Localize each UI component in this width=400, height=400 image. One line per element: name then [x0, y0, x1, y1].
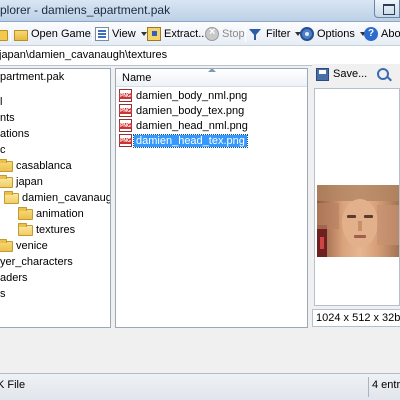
tree-item-label: venice: [16, 240, 48, 252]
status-separator: [368, 377, 369, 397]
tree-item-label: nts: [0, 112, 15, 124]
folder-tree[interactable]: partment.pak l nts ations c casablanca j…: [0, 68, 111, 328]
png-file-icon: [119, 104, 132, 117]
toolbar: Open Game... View Extract... Stop Filter…: [0, 22, 400, 46]
tree-item[interactable]: yer_characters: [0, 255, 73, 270]
tree-item-label: l: [0, 96, 3, 108]
toolbar-separator: [10, 26, 11, 42]
folder-open-icon: [18, 223, 33, 236]
folder-icon: [0, 159, 13, 172]
stop-label: Stop: [222, 28, 245, 40]
options-button[interactable]: Options: [300, 25, 366, 43]
tree-item-label: partment.pak: [0, 71, 65, 83]
chevron-down-icon: [140, 32, 147, 36]
status-entry-count: 4 entr: [372, 379, 400, 391]
tree-item-label: damien_cavanaugh: [22, 192, 111, 204]
tree-item-textures[interactable]: textures: [18, 223, 76, 238]
tree-item-label: animation: [36, 208, 84, 220]
filter-button[interactable]: Filter: [249, 25, 302, 43]
view-icon: [95, 27, 109, 41]
tree-item-casablanca[interactable]: casablanca: [0, 159, 72, 174]
preview-pane: Save... 1024 x 512 x 32b: [312, 64, 400, 328]
stop-button[interactable]: Stop: [205, 25, 245, 43]
gear-icon: [300, 27, 314, 41]
folder-icon: [0, 239, 13, 252]
folder-icon: [0, 29, 8, 41]
options-label: Options: [317, 28, 355, 40]
tree-item-japan[interactable]: japan: [0, 175, 43, 190]
image-info: 1024 x 512 x 32b / D: [312, 309, 400, 327]
tree-item-label: ations: [0, 128, 30, 140]
extract-icon: [147, 27, 161, 41]
column-header-name[interactable]: Name: [116, 69, 307, 87]
extract-button[interactable]: Extract...: [147, 25, 207, 43]
toolbar-separator: [245, 26, 246, 42]
toolbar-leading-item[interactable]: [0, 25, 8, 43]
preview-toolbar: Save...: [312, 64, 400, 84]
tree-item-label: textures: [36, 223, 76, 238]
current-path: japan\damien_cavanaugh\textures: [0, 49, 168, 61]
file-name: damien_body_tex.png: [136, 104, 245, 117]
tree-item-animation[interactable]: animation: [18, 207, 84, 222]
folder-open-icon: [0, 175, 13, 188]
file-row[interactable]: damien_body_tex.png: [119, 103, 246, 118]
file-name: damien_head_nml.png: [136, 119, 248, 132]
tree-item-label: japan: [16, 176, 43, 188]
png-file-icon: [119, 89, 132, 102]
sort-ascending-icon: [208, 69, 216, 72]
save-button[interactable]: Save...: [333, 68, 367, 80]
tree-item-label: s: [0, 288, 6, 300]
title-bar: plorer - damiens_apartment.pak: [0, 0, 400, 22]
filter-label: Filter: [266, 28, 291, 40]
open-game-label: Open Game...: [31, 28, 101, 40]
view-label: View: [112, 28, 136, 40]
texture-preview-area[interactable]: [314, 88, 400, 306]
stop-icon: [205, 26, 219, 41]
texture-image: [317, 185, 399, 257]
path-bar[interactable]: japan\damien_cavanaugh\textures: [0, 46, 400, 66]
status-bar: K File 4 entr: [0, 373, 400, 400]
file-row[interactable]: damien_body_nml.png: [119, 88, 249, 103]
about-button[interactable]: ? Abo: [364, 25, 400, 43]
png-file-icon: [119, 134, 132, 147]
app-window: plorer - damiens_apartment.pak Open Game…: [0, 0, 400, 400]
open-game-button[interactable]: Open Game...: [14, 25, 100, 43]
file-row-selected[interactable]: damien_head_tex.png: [119, 133, 248, 148]
file-name: damien_head_tex.png: [133, 133, 248, 148]
tree-item[interactable]: nts: [0, 111, 15, 126]
tree-item-root[interactable]: partment.pak: [0, 70, 64, 85]
view-button[interactable]: View: [95, 25, 147, 43]
toolbar-separator: [92, 26, 93, 42]
help-icon: ?: [364, 27, 378, 41]
status-left: K File: [0, 379, 26, 391]
tree-item[interactable]: ations: [0, 127, 29, 142]
maximize-button[interactable]: [374, 0, 400, 18]
column-header-label: Name: [122, 72, 152, 84]
file-row[interactable]: damien_head_nml.png: [119, 118, 250, 133]
tree-item[interactable]: l: [0, 95, 2, 110]
tree-item-label: aders: [0, 272, 28, 284]
tree-item-label: casablanca: [16, 160, 72, 172]
png-file-icon: [119, 119, 132, 132]
save-icon: [316, 67, 329, 81]
file-list[interactable]: Name damien_body_nml.png damien_body_tex…: [115, 68, 308, 328]
folder-icon: [18, 207, 33, 220]
tree-item-label: c: [0, 144, 6, 156]
extract-label: Extract...: [164, 28, 208, 40]
open-folder-icon: [14, 29, 28, 41]
window-title: plorer - damiens_apartment.pak: [0, 3, 171, 17]
folder-open-icon: [4, 191, 19, 204]
tree-item[interactable]: s: [0, 287, 6, 302]
tree-item-damien-cavanaugh[interactable]: damien_cavanaugh: [4, 191, 111, 206]
filter-icon: [249, 27, 263, 41]
zoom-icon[interactable]: [377, 68, 390, 80]
file-name: damien_body_nml.png: [136, 89, 248, 102]
tree-item-venice[interactable]: venice: [0, 239, 48, 254]
tree-item[interactable]: c: [0, 143, 6, 158]
tree-item[interactable]: aders: [0, 271, 28, 286]
about-label: Abo: [381, 28, 400, 40]
tree-item-label: yer_characters: [0, 256, 73, 268]
